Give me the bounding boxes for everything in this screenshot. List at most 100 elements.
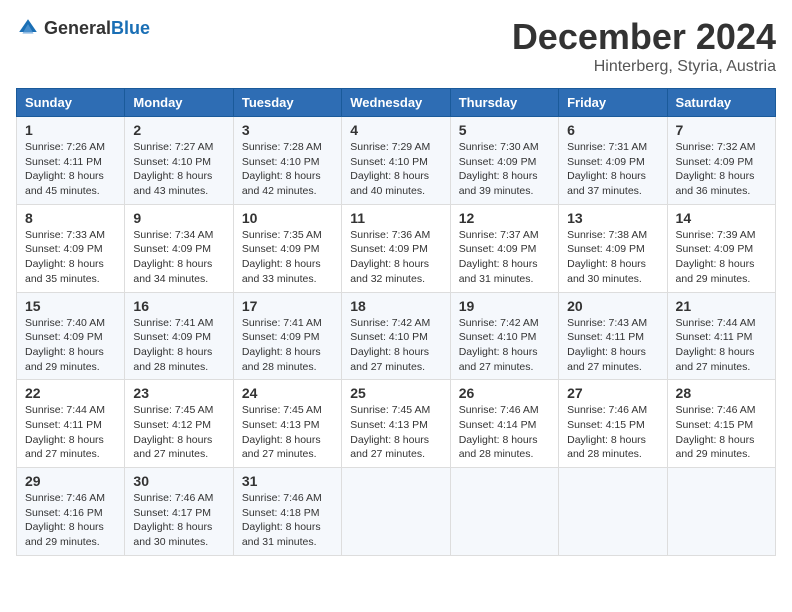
day-number: 16 xyxy=(133,298,224,314)
day-info: Sunrise: 7:44 AMSunset: 4:11 PMDaylight:… xyxy=(676,316,767,375)
table-row: 26 Sunrise: 7:46 AMSunset: 4:14 PMDaylig… xyxy=(450,380,558,468)
day-number: 9 xyxy=(133,210,224,226)
day-number: 5 xyxy=(459,122,550,138)
day-info: Sunrise: 7:32 AMSunset: 4:09 PMDaylight:… xyxy=(676,140,767,199)
day-number: 24 xyxy=(242,385,333,401)
day-info: Sunrise: 7:42 AMSunset: 4:10 PMDaylight:… xyxy=(459,316,550,375)
day-info: Sunrise: 7:35 AMSunset: 4:09 PMDaylight:… xyxy=(242,228,333,287)
day-number: 4 xyxy=(350,122,441,138)
calendar-table: Sunday Monday Tuesday Wednesday Thursday… xyxy=(16,88,776,556)
title-block: December 2024 Hinterberg, Styria, Austri… xyxy=(512,16,776,76)
table-row: 6 Sunrise: 7:31 AMSunset: 4:09 PMDayligh… xyxy=(559,117,667,205)
day-number: 25 xyxy=(350,385,441,401)
table-row: 20 Sunrise: 7:43 AMSunset: 4:11 PMDaylig… xyxy=(559,292,667,380)
table-row: 28 Sunrise: 7:46 AMSunset: 4:15 PMDaylig… xyxy=(667,380,775,468)
day-info: Sunrise: 7:37 AMSunset: 4:09 PMDaylight:… xyxy=(459,228,550,287)
calendar-row-2: 8 Sunrise: 7:33 AMSunset: 4:09 PMDayligh… xyxy=(17,204,776,292)
calendar-row-5: 29 Sunrise: 7:46 AMSunset: 4:16 PMDaylig… xyxy=(17,468,776,556)
day-info: Sunrise: 7:46 AMSunset: 4:15 PMDaylight:… xyxy=(676,403,767,462)
table-row: 3 Sunrise: 7:28 AMSunset: 4:10 PMDayligh… xyxy=(233,117,341,205)
logo-general: General xyxy=(44,18,111,38)
table-row: 9 Sunrise: 7:34 AMSunset: 4:09 PMDayligh… xyxy=(125,204,233,292)
calendar-row-1: 1 Sunrise: 7:26 AMSunset: 4:11 PMDayligh… xyxy=(17,117,776,205)
day-info: Sunrise: 7:30 AMSunset: 4:09 PMDaylight:… xyxy=(459,140,550,199)
day-info: Sunrise: 7:36 AMSunset: 4:09 PMDaylight:… xyxy=(350,228,441,287)
day-info: Sunrise: 7:42 AMSunset: 4:10 PMDaylight:… xyxy=(350,316,441,375)
day-number: 3 xyxy=(242,122,333,138)
table-row: 1 Sunrise: 7:26 AMSunset: 4:11 PMDayligh… xyxy=(17,117,125,205)
table-row: 4 Sunrise: 7:29 AMSunset: 4:10 PMDayligh… xyxy=(342,117,450,205)
day-info: Sunrise: 7:39 AMSunset: 4:09 PMDaylight:… xyxy=(676,228,767,287)
table-row: 17 Sunrise: 7:41 AMSunset: 4:09 PMDaylig… xyxy=(233,292,341,380)
day-info: Sunrise: 7:41 AMSunset: 4:09 PMDaylight:… xyxy=(133,316,224,375)
day-info: Sunrise: 7:41 AMSunset: 4:09 PMDaylight:… xyxy=(242,316,333,375)
day-number: 29 xyxy=(25,473,116,489)
calendar-row-4: 22 Sunrise: 7:44 AMSunset: 4:11 PMDaylig… xyxy=(17,380,776,468)
header-thursday: Thursday xyxy=(450,89,558,117)
table-row: 12 Sunrise: 7:37 AMSunset: 4:09 PMDaylig… xyxy=(450,204,558,292)
day-number: 13 xyxy=(567,210,658,226)
table-row: 11 Sunrise: 7:36 AMSunset: 4:09 PMDaylig… xyxy=(342,204,450,292)
table-row: 19 Sunrise: 7:42 AMSunset: 4:10 PMDaylig… xyxy=(450,292,558,380)
table-row: 21 Sunrise: 7:44 AMSunset: 4:11 PMDaylig… xyxy=(667,292,775,380)
day-number: 10 xyxy=(242,210,333,226)
day-number: 26 xyxy=(459,385,550,401)
table-row: 22 Sunrise: 7:44 AMSunset: 4:11 PMDaylig… xyxy=(17,380,125,468)
day-number: 17 xyxy=(242,298,333,314)
table-row: 24 Sunrise: 7:45 AMSunset: 4:13 PMDaylig… xyxy=(233,380,341,468)
logo-blue: Blue xyxy=(111,18,150,38)
day-number: 6 xyxy=(567,122,658,138)
table-row: 30 Sunrise: 7:46 AMSunset: 4:17 PMDaylig… xyxy=(125,468,233,556)
day-number: 27 xyxy=(567,385,658,401)
table-row: 8 Sunrise: 7:33 AMSunset: 4:09 PMDayligh… xyxy=(17,204,125,292)
header-friday: Friday xyxy=(559,89,667,117)
day-number: 31 xyxy=(242,473,333,489)
day-number: 20 xyxy=(567,298,658,314)
day-info: Sunrise: 7:27 AMSunset: 4:10 PMDaylight:… xyxy=(133,140,224,199)
day-info: Sunrise: 7:33 AMSunset: 4:09 PMDaylight:… xyxy=(25,228,116,287)
table-row: 2 Sunrise: 7:27 AMSunset: 4:10 PMDayligh… xyxy=(125,117,233,205)
day-info: Sunrise: 7:26 AMSunset: 4:11 PMDaylight:… xyxy=(25,140,116,199)
month-title: December 2024 xyxy=(512,16,776,58)
table-row xyxy=(667,468,775,556)
day-info: Sunrise: 7:40 AMSunset: 4:09 PMDaylight:… xyxy=(25,316,116,375)
day-number: 11 xyxy=(350,210,441,226)
day-number: 22 xyxy=(25,385,116,401)
calendar-row-3: 15 Sunrise: 7:40 AMSunset: 4:09 PMDaylig… xyxy=(17,292,776,380)
day-info: Sunrise: 7:29 AMSunset: 4:10 PMDaylight:… xyxy=(350,140,441,199)
logo-icon xyxy=(16,16,40,40)
header-wednesday: Wednesday xyxy=(342,89,450,117)
day-number: 18 xyxy=(350,298,441,314)
day-info: Sunrise: 7:44 AMSunset: 4:11 PMDaylight:… xyxy=(25,403,116,462)
day-info: Sunrise: 7:28 AMSunset: 4:10 PMDaylight:… xyxy=(242,140,333,199)
day-number: 15 xyxy=(25,298,116,314)
day-number: 7 xyxy=(676,122,767,138)
logo-text: GeneralBlue xyxy=(44,18,150,39)
table-row xyxy=(342,468,450,556)
table-row: 27 Sunrise: 7:46 AMSunset: 4:15 PMDaylig… xyxy=(559,380,667,468)
day-number: 2 xyxy=(133,122,224,138)
table-row: 18 Sunrise: 7:42 AMSunset: 4:10 PMDaylig… xyxy=(342,292,450,380)
header-saturday: Saturday xyxy=(667,89,775,117)
day-number: 28 xyxy=(676,385,767,401)
table-row: 25 Sunrise: 7:45 AMSunset: 4:13 PMDaylig… xyxy=(342,380,450,468)
header-monday: Monday xyxy=(125,89,233,117)
day-info: Sunrise: 7:45 AMSunset: 4:13 PMDaylight:… xyxy=(350,403,441,462)
location-title: Hinterberg, Styria, Austria xyxy=(512,58,776,76)
table-row: 23 Sunrise: 7:45 AMSunset: 4:12 PMDaylig… xyxy=(125,380,233,468)
table-row: 7 Sunrise: 7:32 AMSunset: 4:09 PMDayligh… xyxy=(667,117,775,205)
table-row: 31 Sunrise: 7:46 AMSunset: 4:18 PMDaylig… xyxy=(233,468,341,556)
day-number: 21 xyxy=(676,298,767,314)
day-number: 23 xyxy=(133,385,224,401)
day-number: 14 xyxy=(676,210,767,226)
day-number: 30 xyxy=(133,473,224,489)
table-row: 10 Sunrise: 7:35 AMSunset: 4:09 PMDaylig… xyxy=(233,204,341,292)
day-number: 8 xyxy=(25,210,116,226)
header-tuesday: Tuesday xyxy=(233,89,341,117)
day-info: Sunrise: 7:45 AMSunset: 4:13 PMDaylight:… xyxy=(242,403,333,462)
table-row: 29 Sunrise: 7:46 AMSunset: 4:16 PMDaylig… xyxy=(17,468,125,556)
day-info: Sunrise: 7:46 AMSunset: 4:18 PMDaylight:… xyxy=(242,491,333,550)
table-row: 15 Sunrise: 7:40 AMSunset: 4:09 PMDaylig… xyxy=(17,292,125,380)
day-info: Sunrise: 7:31 AMSunset: 4:09 PMDaylight:… xyxy=(567,140,658,199)
table-row: 14 Sunrise: 7:39 AMSunset: 4:09 PMDaylig… xyxy=(667,204,775,292)
